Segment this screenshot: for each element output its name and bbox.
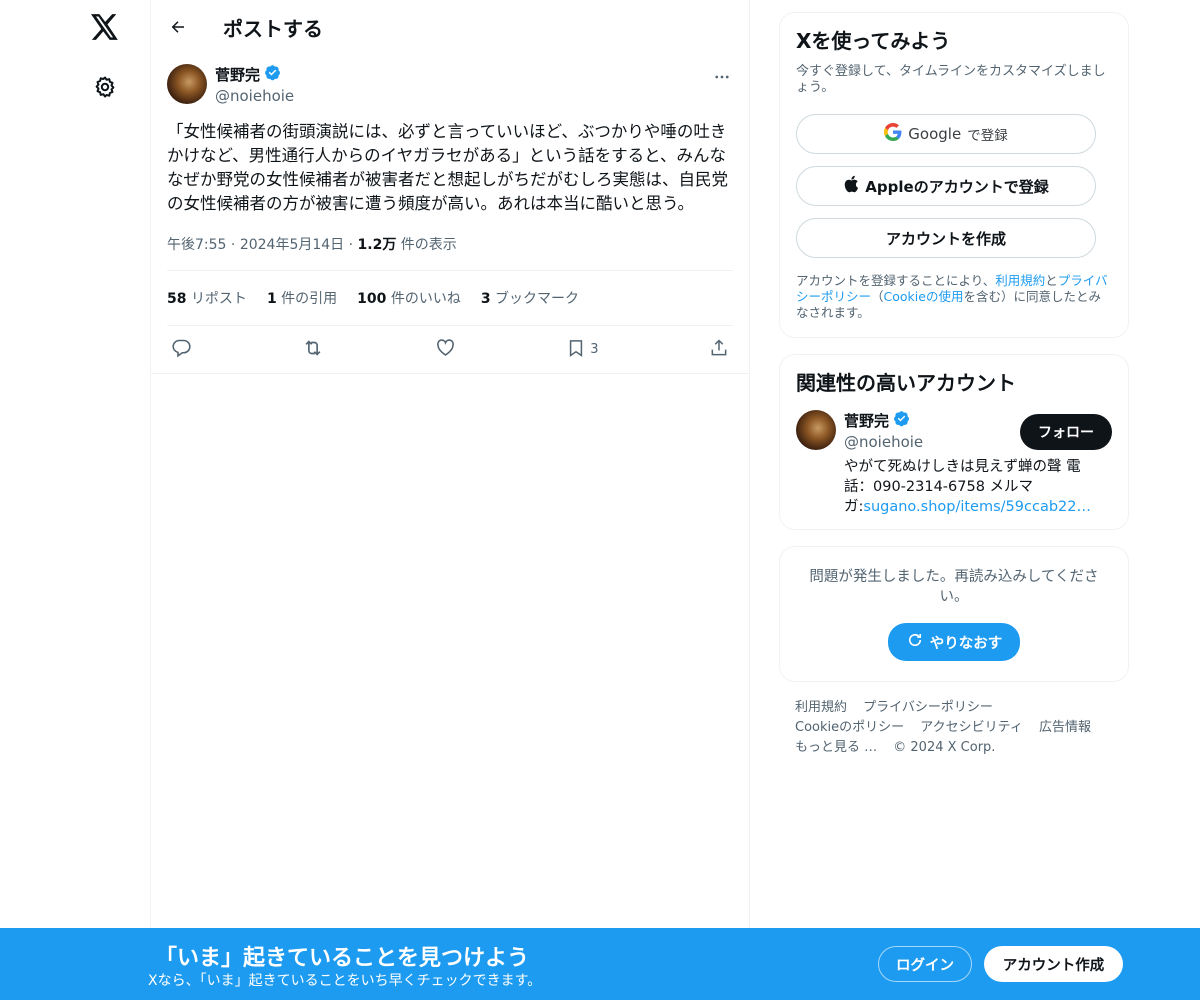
post-time[interactable]: 午後7:55 bbox=[167, 237, 226, 253]
stat-reposts[interactable]: 58 リポスト bbox=[167, 288, 247, 308]
post-actions: 3 bbox=[167, 326, 733, 373]
retry-button[interactable]: やりなおす bbox=[887, 623, 1021, 661]
banner-title: 「いま」起きていることを見つけよう bbox=[155, 946, 530, 971]
retry-label: やりなおす bbox=[929, 635, 1003, 652]
signup-button[interactable]: アカウント作成 bbox=[984, 946, 1123, 982]
left-nav bbox=[0, 0, 150, 1000]
verified-badge-icon bbox=[893, 410, 910, 431]
x-logo-icon[interactable] bbox=[88, 10, 122, 44]
reply-button[interactable] bbox=[171, 337, 192, 362]
stat-bookmarks[interactable]: 3 ブックマーク bbox=[481, 288, 579, 308]
post-stats: 58 リポスト 1 件の引用 100 件のいいね 3 ブックマーク bbox=[167, 271, 733, 326]
divider bbox=[151, 373, 749, 374]
share-icon bbox=[709, 338, 729, 362]
bio-link[interactable]: sugano.shop/items/59ccab22… bbox=[863, 499, 1091, 515]
bookmark-count: 3 bbox=[590, 342, 599, 357]
signup-card-subtitle: 今すぐ登録して、タイムラインをカスタマイズしましょう。 bbox=[796, 64, 1106, 95]
footer-link-accessibility[interactable]: アクセシビリティ bbox=[920, 720, 1023, 735]
post: 菅野完 @noiehoie 「女性候補者の街頭演説には、必ずと言っていいほど、ぶ… bbox=[151, 54, 749, 374]
footer-link-ads[interactable]: 広告情報 bbox=[1039, 720, 1091, 735]
reply-icon bbox=[171, 337, 192, 362]
share-button[interactable] bbox=[709, 338, 729, 362]
error-message: 問題が発生しました。再読み込みしてください。 bbox=[809, 569, 1099, 605]
gear-icon[interactable] bbox=[91, 73, 119, 101]
post-date[interactable]: 2024年5月14日 bbox=[240, 237, 344, 253]
views-count: 1.2万 bbox=[357, 237, 397, 253]
repost-button[interactable] bbox=[302, 337, 324, 363]
right-sidebar: Xを使ってみよう 今すぐ登録して、タイムラインをカスタマイズしましょう。 Goo… bbox=[779, 12, 1129, 758]
bookmark-button[interactable]: 3 bbox=[566, 338, 599, 362]
google-signup-brand: Google bbox=[908, 125, 962, 143]
cookie-link[interactable]: Cookieの使用 bbox=[884, 289, 964, 304]
stat-likes[interactable]: 100 件のいいね bbox=[357, 288, 461, 308]
apple-signup-label: Appleのアカウントで登録 bbox=[865, 177, 1049, 196]
avatar[interactable] bbox=[167, 64, 207, 104]
repost-icon bbox=[302, 337, 324, 363]
error-card: 問題が発生しました。再読み込みしてください。 やりなおす bbox=[779, 546, 1129, 682]
stat-quotes[interactable]: 1 件の引用 bbox=[267, 288, 337, 308]
post-meta: 午後7:55 · 2024年5月14日 · 1.2万 件の表示 bbox=[167, 234, 733, 271]
footer-copyright: © 2024 X Corp. bbox=[893, 740, 996, 755]
post-text: 「女性候補者の街頭演説には、必ずと言っていいほど、ぶつかりや唾の吐きかけなど、男… bbox=[167, 122, 728, 213]
google-signup-suffix: で登録 bbox=[967, 128, 1008, 144]
apple-icon bbox=[843, 175, 859, 197]
author-name[interactable]: 菅野完 bbox=[215, 64, 260, 85]
terms-link[interactable]: 利用規約 bbox=[995, 273, 1045, 288]
footer-link-cookie[interactable]: Cookieのポリシー bbox=[795, 720, 904, 735]
create-account-label: アカウントを作成 bbox=[885, 229, 1006, 248]
post-author: 菅野完 @noiehoie bbox=[167, 64, 733, 110]
verified-badge-icon bbox=[264, 64, 281, 85]
related-accounts-title: 関連性の高いアカウント bbox=[796, 371, 1016, 395]
follow-button[interactable]: フォロー bbox=[1020, 414, 1112, 450]
signup-card: Xを使ってみよう 今すぐ登録して、タイムラインをカスタマイズしましょう。 Goo… bbox=[779, 12, 1129, 338]
footer-links: 利用規約 プライバシーポリシー Cookieのポリシー アクセシビリティ 広告情… bbox=[779, 698, 1129, 758]
page-header: ポストする bbox=[151, 0, 749, 54]
google-signup-button[interactable]: Google で登録 bbox=[796, 114, 1096, 154]
heart-icon bbox=[435, 337, 456, 362]
related-account-name[interactable]: 菅野完 bbox=[844, 410, 889, 431]
google-icon bbox=[884, 123, 902, 145]
refresh-icon bbox=[906, 631, 924, 653]
banner-subtitle: Xなら、「いま」起きていることをいち早くチェックできます。 bbox=[148, 973, 542, 989]
bookmark-icon bbox=[566, 338, 586, 362]
views-label: 件の表示 bbox=[400, 237, 457, 253]
signup-legal-text: アカウントを登録することにより、利用規約とプライバシーポリシー（Cookieの使… bbox=[796, 273, 1108, 320]
footer-link-privacy[interactable]: プライバシーポリシー bbox=[863, 700, 993, 715]
bottom-signup-banner: 「いま」起きていることを見つけよう Xなら、「いま」起きていることをいち早くチェ… bbox=[0, 928, 1200, 1000]
avatar[interactable] bbox=[796, 410, 836, 450]
footer-link-more[interactable]: もっと見る … bbox=[795, 740, 877, 755]
main-column: ポストする 菅野完 @noiehoie 「女性候補者の街頭演説には、必ずと言って… bbox=[150, 0, 750, 1000]
related-account-item[interactable]: 菅野完 @noiehoie やがて死ぬけしきは見えず蝉の聲 電話：090-231… bbox=[796, 410, 1112, 517]
footer-link-terms[interactable]: 利用規約 bbox=[795, 700, 847, 715]
back-arrow-icon[interactable] bbox=[167, 16, 189, 38]
more-options-icon[interactable] bbox=[711, 66, 733, 88]
author-handle[interactable]: @noiehoie bbox=[215, 87, 294, 105]
login-button[interactable]: ログイン bbox=[878, 946, 972, 982]
related-accounts-card: 関連性の高いアカウント 菅野完 @noiehoie やがて死ぬけしきは見えず蝉の… bbox=[779, 354, 1129, 530]
create-account-button[interactable]: アカウントを作成 bbox=[796, 218, 1096, 258]
related-account-bio: やがて死ぬけしきは見えず蝉の聲 電話：090-2314-6758 メルマガ:su… bbox=[844, 459, 1091, 515]
apple-signup-button[interactable]: Appleのアカウントで登録 bbox=[796, 166, 1096, 206]
signup-card-title: Xを使ってみよう bbox=[796, 29, 951, 53]
like-button[interactable] bbox=[435, 337, 456, 362]
page-title: ポストする bbox=[223, 16, 323, 41]
